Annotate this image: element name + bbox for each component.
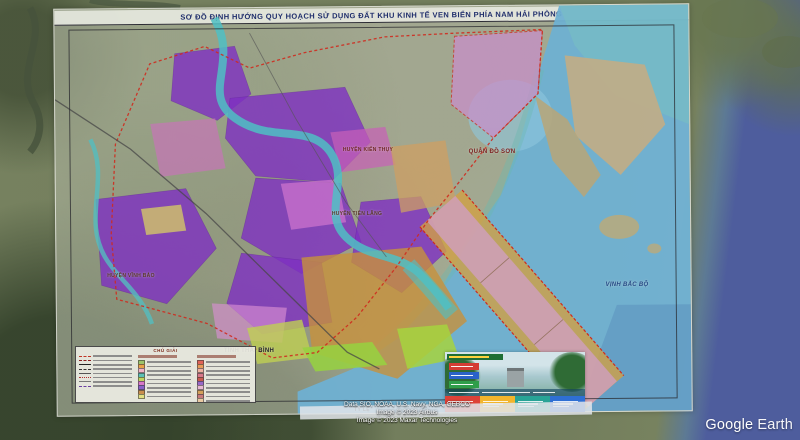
legend-label-bar — [93, 381, 132, 383]
legend-label-bar — [147, 379, 191, 381]
legend-label-bar — [147, 370, 191, 372]
legend-label-bar — [147, 391, 191, 393]
tree-right — [549, 352, 585, 392]
legend-label-bar — [206, 379, 250, 381]
legend-line-symbol — [79, 377, 91, 378]
attribution-line3: Image © 2023 Maxar Technologies — [322, 417, 492, 425]
legend-label-bar — [147, 387, 191, 389]
legend-label-bar — [206, 366, 250, 368]
legend-label-bar — [206, 361, 250, 363]
legend-column-header — [138, 355, 177, 358]
legend-col-planned — [197, 354, 252, 403]
legend-label-bar — [206, 370, 250, 372]
legend-swatch — [138, 394, 145, 399]
legend-row — [197, 399, 252, 403]
logo-earth: Earth — [757, 417, 793, 433]
legend-label-bar — [147, 383, 191, 385]
legend-column-header — [197, 355, 236, 358]
legend-label-bar — [93, 360, 132, 362]
legend-label-bar — [206, 374, 250, 376]
inset-ribbons — [449, 363, 479, 388]
google-earth-viewport[interactable]: SƠ ĐỒ ĐỊNH HƯỚNG QUY HOẠCH SỬ DỤNG ĐẤT K… — [0, 0, 800, 440]
legend-label-bar — [147, 396, 191, 398]
legend-label-bar — [206, 383, 250, 385]
legend-line-symbol — [79, 386, 91, 387]
attribution-line1: Data SIO, NOAA, U.S. Navy, NGA, GEBCO — [322, 401, 492, 409]
legend-label-bar — [93, 377, 132, 379]
legend-row — [138, 394, 193, 398]
map-label: HUYỆN KIẾN THỤY — [343, 147, 393, 153]
inset-header-bar — [447, 354, 503, 360]
legend-label-bar — [206, 391, 250, 393]
attribution-line2: Image © 2023 Airbus — [322, 409, 492, 417]
inset-ribbon — [449, 381, 479, 388]
legend-label-bar — [93, 385, 132, 387]
map-label: HUYỆN VĨNH BẢO — [107, 273, 155, 279]
legend-line-symbol — [79, 360, 91, 361]
legend-row — [79, 384, 134, 388]
legend-col-boundaries — [79, 354, 134, 403]
map-label: QUẬN ĐỒ SƠN — [469, 149, 516, 155]
legend-label-bar — [93, 355, 132, 357]
legend-line-symbol — [79, 369, 91, 370]
legend-label-bar — [206, 387, 250, 389]
legend-label-bar — [93, 373, 132, 375]
legend-label-bar — [206, 396, 250, 398]
legend-label-bar — [206, 400, 250, 402]
inset-ribbon — [449, 363, 479, 370]
legend-label-bar — [147, 366, 191, 368]
legend-line-symbol — [79, 364, 91, 365]
google-earth-logo: GoogleEarth — [705, 417, 793, 433]
legend-box: CHÚ GIẢI — [75, 346, 256, 403]
legend-line-symbol — [79, 381, 91, 382]
legend-swatch — [197, 398, 204, 403]
map-label: HUYỆN TIÊN LÃNG — [332, 211, 382, 217]
legend-line-symbol — [79, 356, 91, 357]
legend-label-bar — [93, 368, 132, 370]
legend-label-bar — [147, 374, 191, 376]
legend-label-bar — [147, 361, 191, 363]
legend-line-symbol — [79, 373, 91, 374]
attribution: Data SIO, NOAA, U.S. Navy, NGA, GEBCO Im… — [322, 401, 492, 425]
inset-photo — [445, 352, 585, 396]
inset-caption-bar — [445, 389, 585, 396]
legend-label-bar — [93, 364, 132, 366]
inset-ribbon — [449, 372, 479, 379]
logo-google: Google — [705, 417, 753, 433]
tower-building — [507, 368, 524, 387]
legend-col-existing — [138, 354, 193, 403]
map-label: VỊNH BẮC BỘ — [606, 282, 649, 288]
